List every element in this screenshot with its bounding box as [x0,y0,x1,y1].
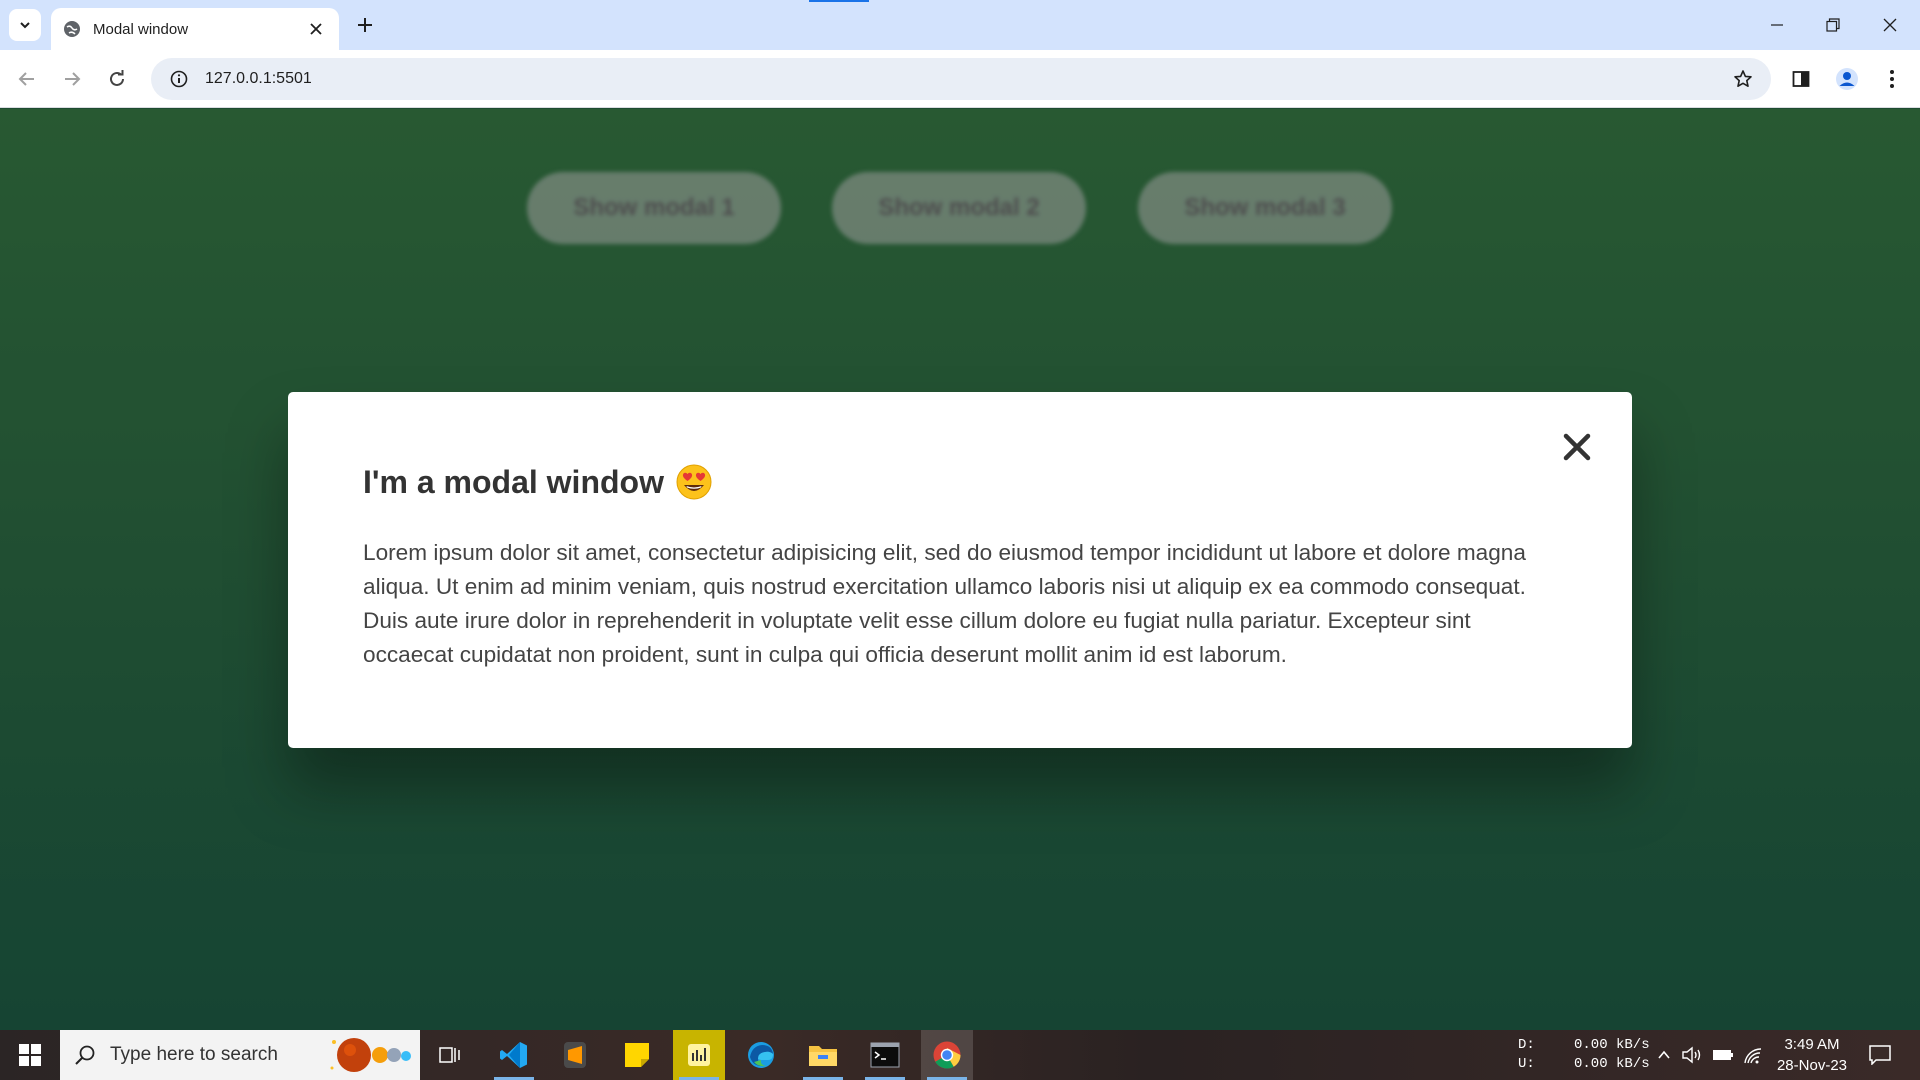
sticky-notes-icon [625,1043,649,1067]
show-hidden-icons-button[interactable] [1652,1043,1676,1067]
taskbar-terminal[interactable] [859,1030,911,1080]
reload-button[interactable] [99,61,135,97]
search-placeholder: Type here to search [110,1044,278,1065]
taskbar-chrome[interactable] [921,1030,973,1080]
taskbar-search-box[interactable]: Type here to search [60,1030,420,1080]
net-down-speed: 0.00 kB/s [1574,1037,1650,1053]
url-text[interactable]: 127.0.0.1:5501 [205,70,1723,88]
modal-title: I'm a modal window [363,464,1558,500]
chevron-up-icon [1658,1050,1670,1059]
close-icon [1883,18,1897,32]
edge-icon [748,1042,774,1068]
taskbar-vscode[interactable] [488,1030,540,1080]
taskbar-yellow-app[interactable] [673,1030,725,1080]
taskbar-sublime-text[interactable] [549,1030,601,1080]
clock-date[interactable]: 28-Nov-23 [1770,1057,1854,1074]
clock-time[interactable]: 3:49 AM [1770,1036,1854,1053]
task-view-button[interactable] [424,1030,476,1080]
tab-loading-indicator [809,0,869,2]
net-down-label: D: [1518,1037,1535,1053]
forward-button[interactable] [54,61,90,97]
notifications-button[interactable] [1866,1042,1894,1068]
bookmark-star-icon[interactable] [1723,58,1763,100]
window-close-button[interactable] [1862,0,1918,50]
address-bar[interactable]: 127.0.0.1:5501 [151,58,1771,100]
folder-icon [809,1046,837,1066]
globe-icon [63,20,81,38]
close-modal-button[interactable] [1554,424,1600,470]
sublime-text-icon [564,1042,586,1068]
heart-eyes-emoji-icon [676,464,712,500]
tab-search-button[interactable] [9,9,41,41]
notification-icon [1869,1045,1891,1065]
chevron-down-icon [20,22,30,29]
search-icon [60,1030,110,1080]
modal-title-text: I'm a modal window [363,464,664,500]
page-viewport: Show modal 1 Show modal 2 Show modal 3 I… [0,109,1920,1030]
side-panel-icon [1792,71,1810,87]
search-highlight-planets-icon [330,1038,411,1072]
profile-button[interactable] [1829,61,1865,97]
task-view-icon [439,1047,460,1063]
avatar-icon [1836,68,1858,90]
taskbar-edge[interactable] [735,1030,787,1080]
back-button[interactable] [9,61,45,97]
start-button[interactable] [0,1030,60,1080]
vscode-icon [500,1042,527,1068]
battery-icon [1713,1050,1733,1060]
windows-logo-icon [19,1044,41,1066]
speaker-icon [1682,1046,1701,1064]
wifi-icon [1744,1048,1762,1064]
taskbar-sticky-notes[interactable] [611,1030,663,1080]
arrow-right-icon [65,72,81,86]
close-icon [1563,433,1591,461]
chrome-icon [933,1041,961,1069]
new-tab-button[interactable] [349,9,381,41]
minimize-button[interactable] [1749,0,1805,50]
restore-icon [1826,18,1840,32]
net-up-label: U: [1518,1056,1535,1072]
net-up-speed: 0.00 kB/s [1574,1056,1650,1072]
modal-window: I'm a modal window Lorem ipsum dolor sit… [288,392,1632,748]
plus-icon [358,18,372,32]
wifi-button[interactable] [1741,1043,1765,1067]
modal-body-text: Lorem ipsum dolor sit amet, consectetur … [363,540,1526,667]
browser-toolbar: 127.0.0.1:5501 [0,50,1920,108]
side-panel-button[interactable] [1783,61,1819,97]
tab-title: Modal window [93,20,189,38]
browser-tab-active[interactable]: Modal window [51,8,339,50]
reload-icon [110,70,124,86]
battery-button[interactable] [1711,1043,1735,1067]
site-info-icon[interactable] [159,58,199,100]
tab-close-icon[interactable] [305,18,327,40]
volume-button[interactable] [1681,1043,1705,1067]
restore-button[interactable] [1805,0,1861,50]
terminal-icon [870,1042,900,1068]
arrow-left-icon [18,72,34,86]
taskbar-file-explorer[interactable] [797,1030,849,1080]
yellow-app-icon [688,1044,710,1066]
minimize-icon [1771,24,1783,26]
browser-menu-button[interactable] [1874,61,1910,97]
windows-taskbar: Type here to search D: U: 0.00 kB/s 0.00… [0,1030,1920,1080]
browser-tabstrip: Modal window [0,0,1920,50]
more-vertical-icon [1890,70,1894,88]
